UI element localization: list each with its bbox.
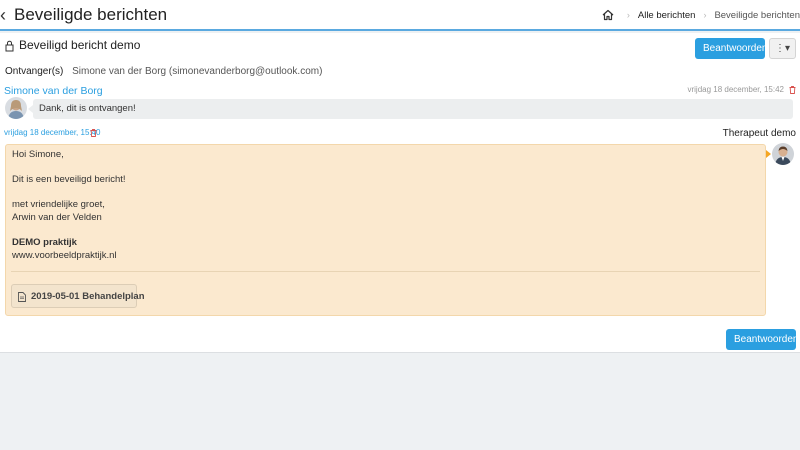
trash-icon[interactable] (90, 129, 97, 137)
reply-timestamp: vrijdag 18 december, 15:42 (687, 85, 784, 94)
page-title: Beveiligde berichten (14, 5, 168, 24)
avatar-therapist (772, 143, 794, 165)
breadcrumb: › Alle berichten › Beveiligde berichten (601, 8, 800, 22)
breadcrumb-separator: › (626, 10, 630, 20)
reply-sender-name[interactable]: Simone van der Borg (4, 85, 103, 98)
top-bar: ‹ Beveiligde berichten › Alle berichten … (0, 0, 800, 31)
more-actions-button[interactable]: ⋮▾ (769, 38, 796, 59)
attachment-chip[interactable]: 2019-05-01 Behandelplan (11, 284, 145, 308)
file-icon (18, 292, 26, 302)
back-chevron-icon[interactable]: ‹ (0, 5, 10, 25)
message-line: Hoi Simone, (12, 149, 64, 160)
message-line: Arwin van der Velden (12, 212, 102, 223)
breadcrumb-all-messages[interactable]: Alle berichten (638, 10, 696, 21)
avatar-simone (5, 97, 27, 119)
recipients-row: Ontvanger(s) Simone van der Borg (simone… (5, 66, 322, 78)
breadcrumb-current: Beveiligde berichten (714, 9, 800, 21)
message-body: Hoi Simone, Dit is een beveiligd bericht… (5, 144, 771, 316)
lock-icon (5, 40, 14, 52)
reply-button-bottom[interactable]: Beantwoorden (726, 329, 799, 350)
kebab-icon: ⋮▾ (774, 43, 791, 54)
recipients-value: Simone van der Borg (simonevanderborg@ou… (72, 66, 323, 77)
trash-icon[interactable] (789, 86, 796, 94)
message-line: DEMO praktijk (12, 237, 77, 248)
message-line: Dit is een beveiligd bericht! (12, 174, 126, 185)
message-timestamp: vrijdag 18 december, 15:40 (4, 128, 101, 137)
message-line: met vriendelijke groet, (12, 199, 105, 210)
reply-message-text: Dank, dit is ontvangen! (39, 103, 136, 114)
breadcrumb-separator: › (703, 10, 707, 20)
home-icon[interactable] (601, 8, 615, 22)
recipients-label: Ontvanger(s) (5, 66, 64, 77)
attachment-divider (11, 271, 760, 272)
reply-message-bubble: Dank, dit is ontvangen! (28, 99, 793, 119)
message-panel: Beveiligd bericht demo Beantwoorden ⋮▾ O… (0, 33, 800, 353)
message-title: Beveiligd bericht demo (19, 38, 141, 52)
message-line: www.voorbeeldpraktijk.nl (12, 250, 117, 261)
reply-button[interactable]: Beantwoorden (695, 38, 768, 59)
attachment-label: 2019-05-01 Behandelplan (31, 291, 145, 302)
message-sender-name: Therapeut demo (722, 128, 796, 139)
